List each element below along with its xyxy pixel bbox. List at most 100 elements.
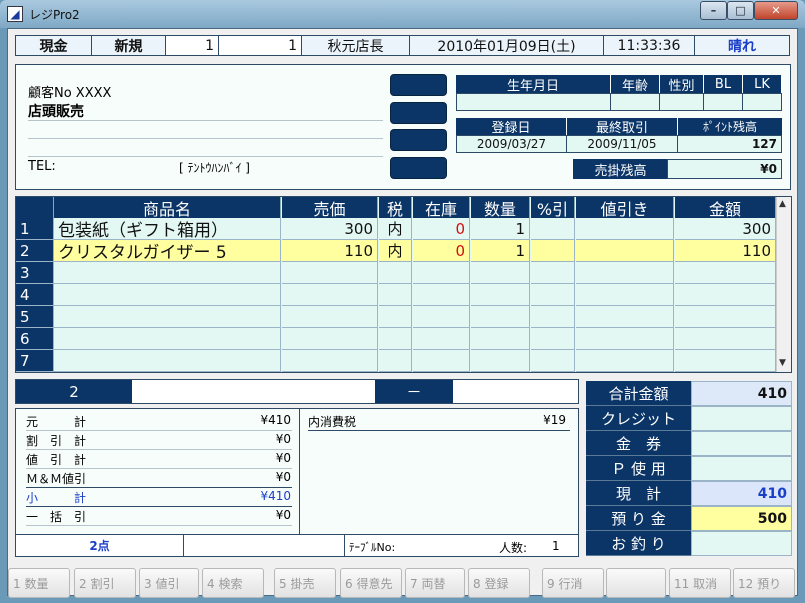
total-label[interactable]: 合計金額 — [586, 381, 691, 406]
cell-discount[interactable] — [576, 306, 674, 328]
cell-tax-type[interactable] — [379, 262, 412, 284]
cell-stock[interactable] — [413, 306, 470, 328]
cell-amount[interactable]: 110 — [675, 240, 776, 262]
total-label[interactable]: 金 券 — [586, 431, 691, 456]
cell-price[interactable] — [282, 306, 378, 328]
cell-amount[interactable] — [675, 284, 776, 306]
cell-amount[interactable] — [675, 262, 776, 284]
cell-discount[interactable] — [576, 350, 674, 372]
cell-quantity[interactable]: 1 — [471, 240, 530, 262]
table-row[interactable]: 3 — [16, 262, 776, 284]
cell-discount[interactable] — [576, 218, 674, 240]
cell-tax-type[interactable] — [379, 306, 412, 328]
cell-price[interactable] — [282, 328, 378, 350]
function-key-10[interactable] — [606, 568, 666, 598]
cell-quantity[interactable] — [471, 306, 530, 328]
cell-discount[interactable] — [576, 262, 674, 284]
total-label[interactable]: 預 り 金 — [586, 506, 691, 531]
scroll-down-icon[interactable]: ▼ — [779, 358, 786, 368]
cell-amount[interactable] — [675, 328, 776, 350]
function-key-1[interactable]: 1 数量 — [8, 568, 70, 598]
cell-quantity[interactable] — [471, 284, 530, 306]
cell-product-name[interactable] — [54, 306, 281, 328]
function-key-2[interactable]: 2 割引 — [74, 568, 136, 598]
customer-function-button[interactable] — [390, 74, 447, 96]
table-row[interactable]: 7 — [16, 350, 776, 372]
total-value[interactable]: 410 — [691, 481, 792, 506]
weather-display[interactable]: 晴れ — [695, 36, 789, 55]
staff-name[interactable]: 秋元店長 — [302, 36, 410, 55]
table-row[interactable]: 5 — [16, 306, 776, 328]
slip-number-field[interactable]: 1 — [219, 36, 302, 55]
function-key-8[interactable]: 8 登録 — [468, 568, 530, 598]
minimize-button[interactable]: – — [700, 1, 727, 20]
cell-product-name[interactable] — [54, 284, 281, 306]
cell-stock[interactable]: 0 — [413, 240, 470, 262]
cell-tax-type[interactable] — [379, 284, 412, 306]
cell-discount[interactable] — [576, 240, 674, 262]
customer-function-button[interactable] — [390, 102, 447, 124]
payment-mode[interactable]: 現金 — [16, 36, 92, 55]
cell-stock[interactable] — [413, 350, 470, 372]
function-key-6[interactable]: 6 得意先 — [340, 568, 402, 598]
cell-discount[interactable] — [576, 284, 674, 306]
cell-stock[interactable] — [413, 284, 470, 306]
cell-product-name[interactable]: クリスタルガイザー 5 — [54, 240, 281, 262]
cell-tax-type[interactable]: 内 — [379, 240, 412, 262]
cell-tax-type[interactable]: 内 — [379, 218, 412, 240]
cell-discount[interactable] — [576, 328, 674, 350]
register-number-field[interactable]: 1 — [166, 36, 219, 55]
cell-quantity[interactable] — [471, 350, 530, 372]
cell-quantity[interactable]: 1 — [471, 218, 530, 240]
total-label[interactable]: お 釣 り — [586, 531, 691, 556]
cell-price[interactable]: 110 — [282, 240, 378, 262]
cell-percent-discount[interactable] — [531, 350, 575, 372]
people-value[interactable]: 1 — [552, 539, 560, 553]
table-row[interactable]: 2 クリスタルガイザー 5 110 内 0 1 110 — [16, 240, 776, 262]
cell-amount[interactable]: 300 — [675, 218, 776, 240]
maximize-button[interactable]: □ — [727, 1, 754, 20]
cell-percent-discount[interactable] — [531, 240, 575, 262]
cell-price[interactable] — [282, 262, 378, 284]
total-value[interactable]: 500 — [691, 506, 792, 531]
function-key-4[interactable]: 4 検索 — [202, 568, 264, 598]
function-key-7[interactable]: 7 両替 — [405, 568, 465, 598]
entry-value-field[interactable] — [453, 380, 578, 403]
function-key-11[interactable]: 11 取消 — [669, 568, 731, 598]
cell-product-name[interactable]: 包装紙（ギフト箱用） — [54, 218, 281, 240]
cell-tax-type[interactable] — [379, 350, 412, 372]
customer-function-button[interactable] — [390, 129, 447, 151]
cell-stock[interactable] — [413, 328, 470, 350]
cell-percent-discount[interactable] — [531, 284, 575, 306]
scroll-up-icon[interactable]: ▲ — [779, 199, 786, 209]
function-key-9[interactable]: 9 行消 — [542, 568, 604, 598]
cell-percent-discount[interactable] — [531, 262, 575, 284]
entry-code[interactable]: 2 — [16, 380, 132, 403]
total-value[interactable] — [691, 406, 792, 431]
cell-stock[interactable]: 0 — [413, 218, 470, 240]
cell-product-name[interactable] — [54, 262, 281, 284]
total-label[interactable]: 現 計 — [586, 481, 691, 506]
cell-amount[interactable] — [675, 350, 776, 372]
table-row[interactable]: 1 包装紙（ギフト箱用） 300 内 0 1 300 — [16, 218, 776, 240]
cell-product-name[interactable] — [54, 328, 281, 350]
total-label[interactable]: Ｐ 使 用 — [586, 456, 691, 481]
transaction-type[interactable]: 新規 — [92, 36, 166, 55]
function-key-5[interactable]: 5 掛売 — [274, 568, 336, 598]
cell-percent-discount[interactable] — [531, 328, 575, 350]
cell-price[interactable] — [282, 284, 378, 306]
cell-percent-discount[interactable] — [531, 218, 575, 240]
table-row[interactable]: 6 — [16, 328, 776, 350]
cell-stock[interactable] — [413, 262, 470, 284]
customer-function-button[interactable] — [390, 157, 447, 179]
cell-amount[interactable] — [675, 306, 776, 328]
cell-percent-discount[interactable] — [531, 306, 575, 328]
total-label[interactable]: クレジット — [586, 406, 691, 431]
cell-price[interactable] — [282, 350, 378, 372]
scrollbar[interactable]: ▲ ▼ — [776, 197, 791, 372]
total-value[interactable] — [691, 456, 792, 481]
table-row[interactable]: 4 — [16, 284, 776, 306]
function-key-3[interactable]: 3 値引 — [139, 568, 199, 598]
cell-price[interactable]: 300 — [282, 218, 378, 240]
function-key-12[interactable]: 12 預り — [733, 568, 795, 598]
